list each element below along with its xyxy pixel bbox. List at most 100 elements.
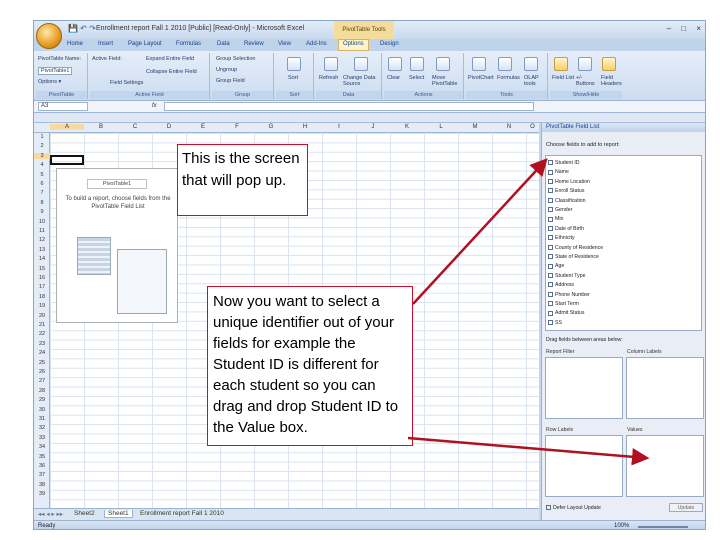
row-header[interactable]: 37 [34,472,50,478]
row-header[interactable]: 38 [34,482,50,488]
field-item[interactable]: Classification [548,198,586,205]
tab-formulas[interactable]: Formulas [176,41,201,47]
field-checkbox[interactable] [548,301,553,307]
row-header[interactable]: 24 [34,350,50,356]
field-checkbox[interactable] [548,254,553,260]
row-header[interactable]: 7 [34,190,50,196]
field-checkbox[interactable] [548,197,553,203]
field-checkbox[interactable] [548,169,553,175]
row-header[interactable]: 3 [34,152,50,159]
row-header[interactable]: 39 [34,491,50,497]
column-header-o[interactable]: O [526,124,539,130]
formula-input[interactable] [164,102,534,111]
pivottable-name-input[interactable]: PivotTable1 [38,67,73,75]
minimize-icon[interactable]: – [667,24,671,33]
row-header[interactable]: 35 [34,454,50,460]
field-checkbox[interactable] [548,225,553,231]
group-field-button[interactable]: Group Field [216,78,245,84]
row-header[interactable]: 27 [34,378,50,384]
tab-view[interactable]: View [278,41,291,47]
row-header[interactable]: 21 [34,322,50,328]
row-header[interactable]: 12 [34,237,50,243]
report-filter-area[interactable]: Report Filter [545,349,623,419]
name-box[interactable]: A3 [38,102,88,111]
row-header[interactable]: 33 [34,435,50,441]
field-item[interactable]: Admit Status [548,310,584,317]
sheet-tab-sheet2[interactable]: Sheet2 [74,510,95,517]
maximize-icon[interactable]: □ [681,24,686,33]
field-item[interactable]: County of Residence [548,245,603,252]
field-checkbox[interactable] [548,291,553,297]
sheet-tab-enrollment-report[interactable]: Enrollment report Fall 1 2010 [140,510,224,517]
field-checkbox[interactable] [548,160,553,166]
field-checkbox[interactable] [548,244,553,250]
row-header[interactable]: 26 [34,369,50,375]
row-header[interactable]: 6 [34,181,50,187]
row-header[interactable]: 25 [34,360,50,366]
column-header-f[interactable]: F [220,124,254,130]
field-checkbox[interactable] [548,272,553,278]
row-header[interactable]: 13 [34,247,50,253]
collapse-field-button[interactable]: Collapse Entire Field [146,69,197,75]
field-headers-icon[interactable] [602,57,616,71]
column-header-i[interactable]: I [322,124,356,130]
row-header[interactable]: 28 [34,388,50,394]
field-item[interactable]: Min [548,216,563,223]
move-pivottable-button[interactable]: Move PivotTable [432,75,462,87]
sort-button[interactable]: Sort [288,75,298,81]
tab-insert[interactable]: Insert [98,41,113,47]
tab-home[interactable]: Home [67,41,83,47]
olap-tools-icon[interactable] [524,57,538,71]
column-header-e[interactable]: E [186,124,220,130]
row-header[interactable]: 14 [34,256,50,262]
field-item[interactable]: Date of Birth [548,226,584,233]
row-header[interactable]: 23 [34,341,50,347]
column-header-d[interactable]: D [152,124,186,130]
clear-button[interactable]: Clear [387,75,400,81]
row-header[interactable]: 19 [34,303,50,309]
olap-tools-button[interactable]: OLAP tools [524,75,546,87]
row-header[interactable]: 2 [34,143,50,149]
window-controls[interactable]: – □ × [659,24,701,33]
field-item[interactable]: Phone Number [548,292,590,299]
row-header[interactable]: 8 [34,200,50,206]
field-checkbox[interactable] [548,216,553,222]
select-icon[interactable] [410,57,424,71]
field-item[interactable]: Enroll Status [548,188,584,195]
values-area[interactable]: Values [626,427,704,497]
row-header[interactable]: 9 [34,209,50,215]
row-header[interactable]: 22 [34,331,50,337]
change-data-source-button[interactable]: Change Data Source [343,75,381,87]
row-labels-area[interactable]: Row Labels [545,427,623,497]
row-header[interactable]: 31 [34,416,50,422]
plus-minus-buttons-icon[interactable] [578,57,592,71]
defer-layout-update-checkbox[interactable]: Defer Layout Update [546,505,601,511]
field-item[interactable]: Home Location [548,179,590,186]
field-item[interactable]: Ethnicity [548,235,575,242]
column-header-b[interactable]: B [84,124,118,130]
sheet-tab-sheet1[interactable]: Sheet1 [104,510,133,518]
row-header[interactable]: 1 [34,134,50,140]
row-header[interactable]: 29 [34,397,50,403]
field-checkbox[interactable] [548,319,553,325]
tab-review[interactable]: Review [244,41,264,47]
tab-options[interactable]: Options [338,39,369,51]
column-header-n[interactable]: N [492,124,526,130]
pivottable-placeholder[interactable]: PivotTable1 To build a report, choose fi… [56,168,178,323]
row-header[interactable]: 20 [34,313,50,319]
row-header[interactable]: 16 [34,275,50,281]
column-header-g[interactable]: G [254,124,288,130]
row-header[interactable]: 15 [34,266,50,272]
column-header-m[interactable]: M [458,124,492,130]
fx-icon[interactable]: fx [152,103,157,109]
field-checkbox[interactable] [548,310,553,316]
column-labels-area[interactable]: Column Labels [626,349,704,419]
pivotchart-button[interactable]: PivotChart [468,75,494,81]
formulas-button[interactable]: Formulas [497,75,520,81]
field-item[interactable]: Name [548,169,569,176]
row-header[interactable]: 4 [34,162,50,168]
refresh-button[interactable]: Refresh [319,75,338,81]
field-item[interactable]: Student ID [548,160,580,167]
sort-icon[interactable] [287,57,301,71]
quick-access-toolbar[interactable]: 💾 ↶ ↷ [68,24,96,33]
